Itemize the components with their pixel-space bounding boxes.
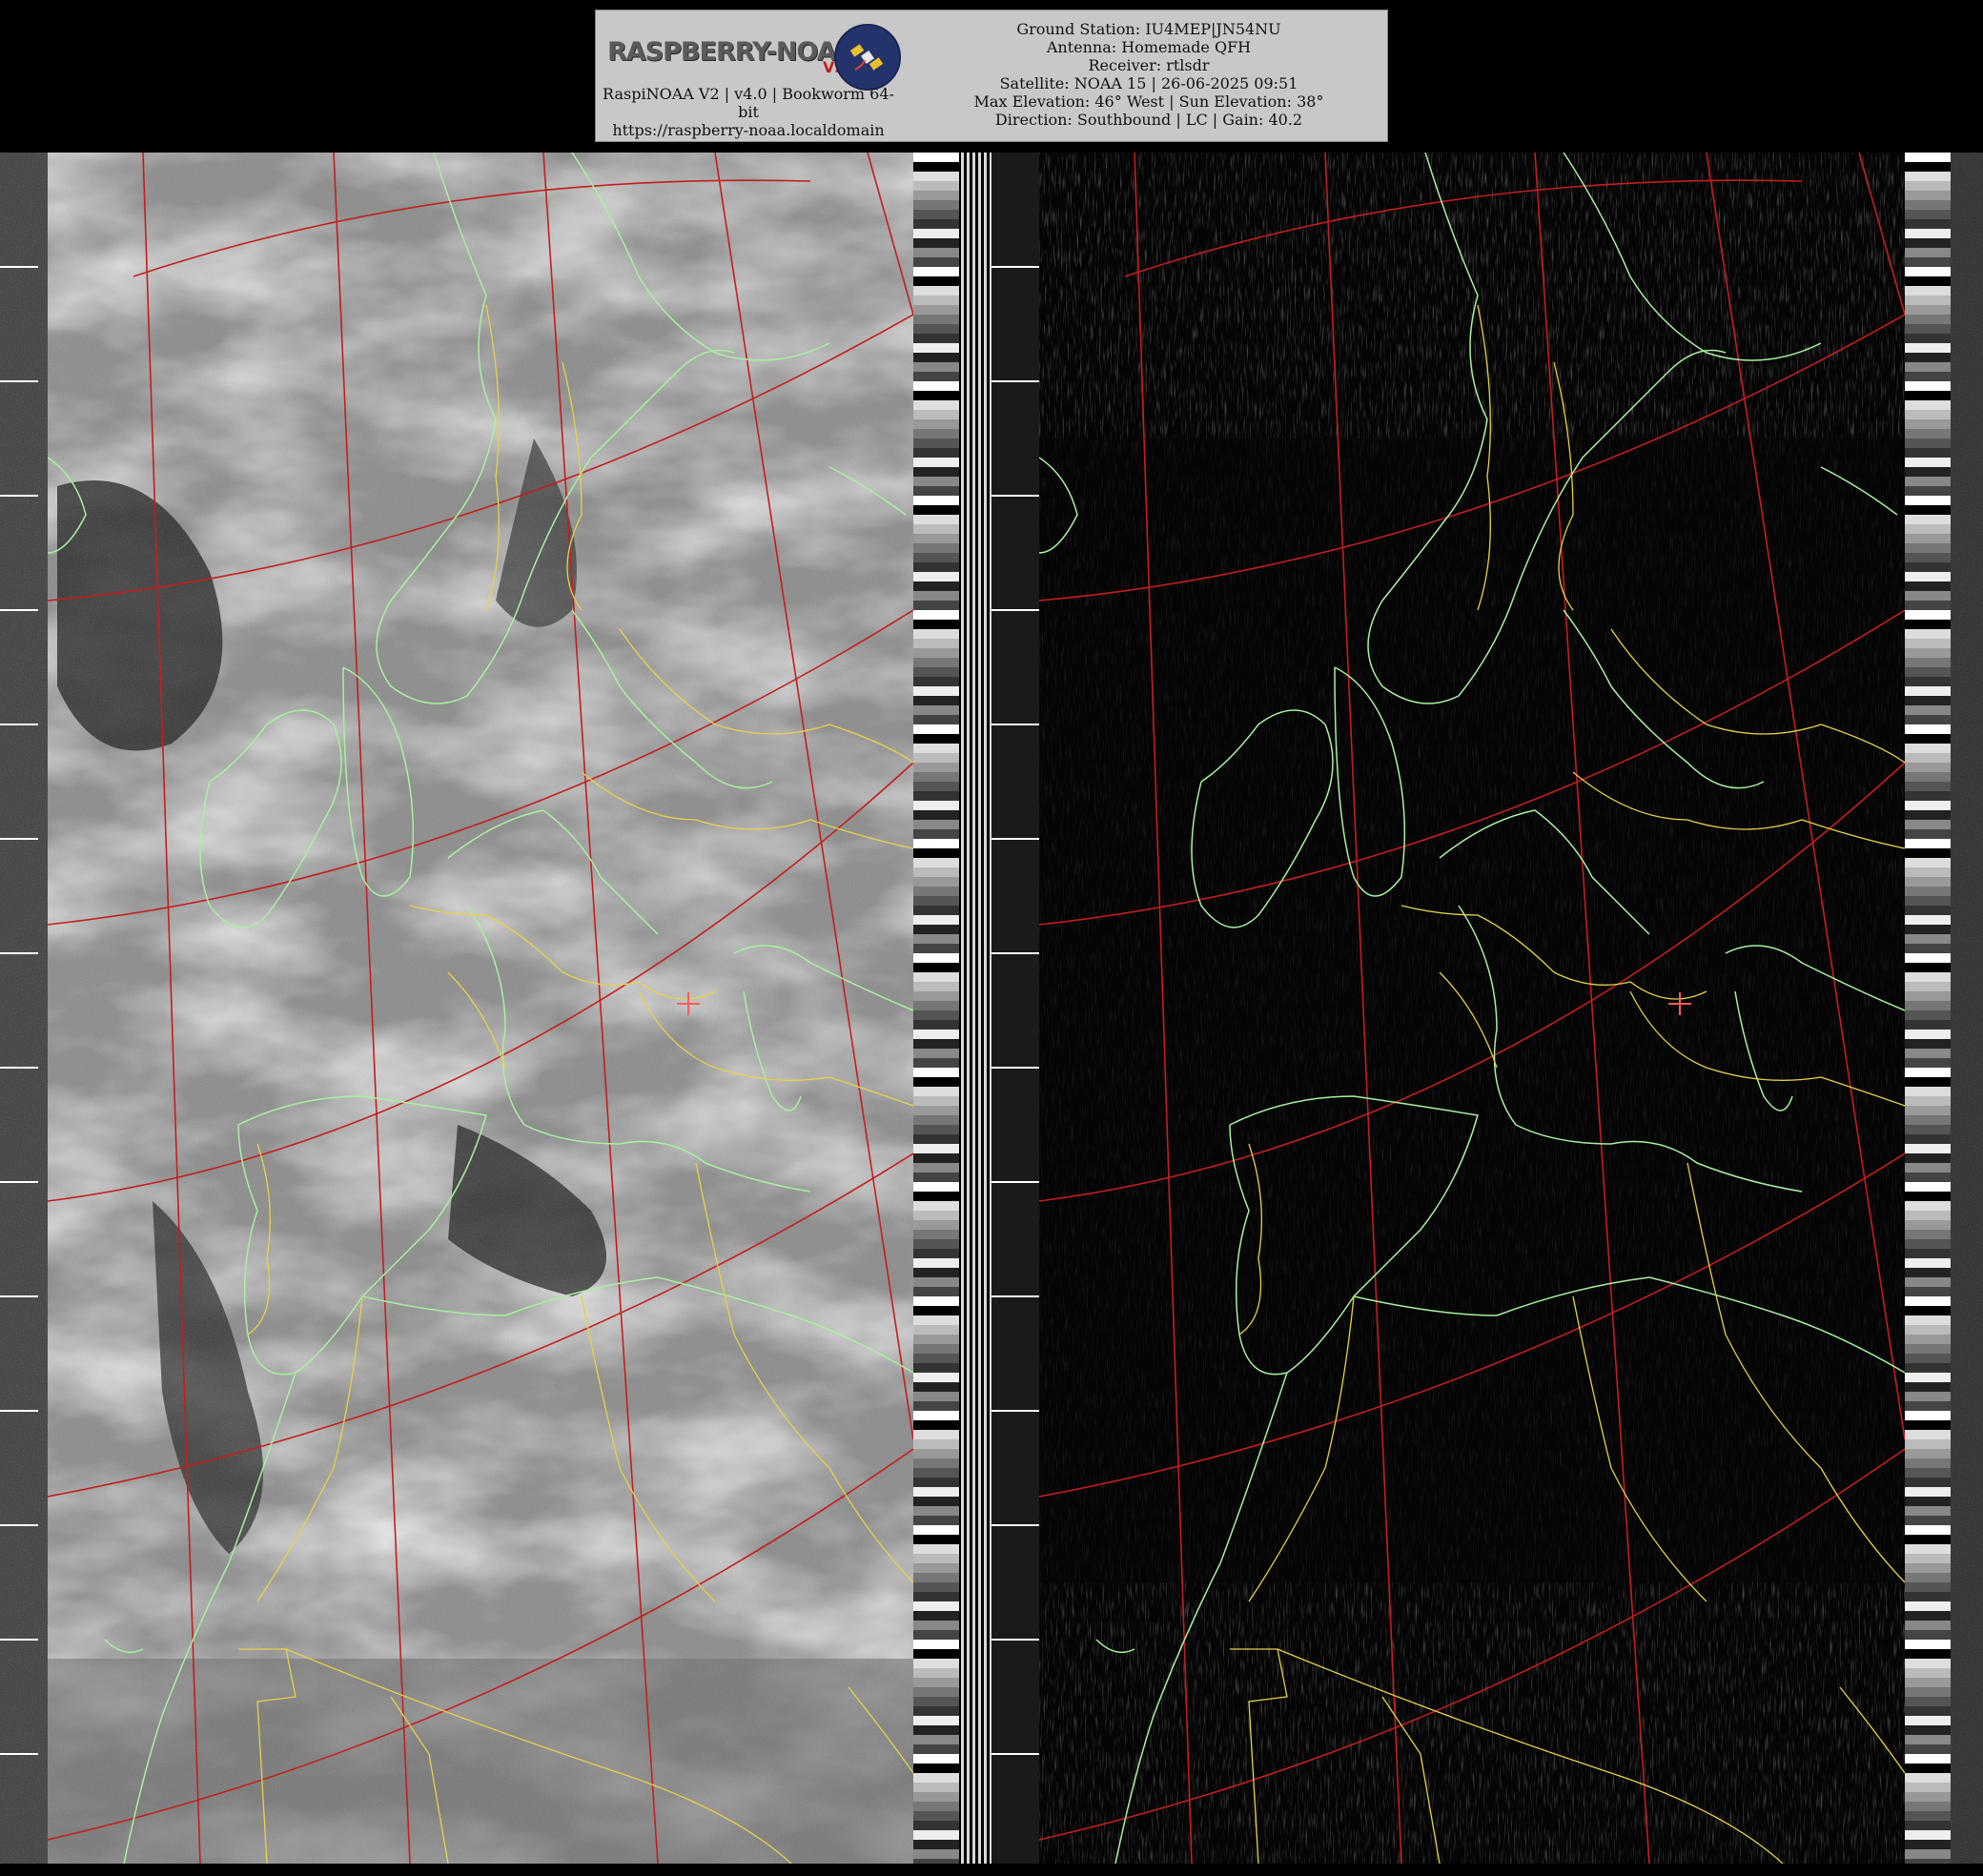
infrared-telemetry-strip [1905, 153, 1951, 1864]
software-version: RaspiNOAA V2 | v4.0 | Bookworm 64- [603, 85, 894, 103]
logo-block: RASPBERRY-NOAA V2 RaspiNOAA V2 | v4.0 | … [596, 10, 901, 143]
station-url: https://raspberry-noaa.localdomain [612, 121, 885, 139]
infrared-channel-panel [992, 153, 1905, 1864]
antenna-text: Antenna: Homemade QFH [1046, 38, 1252, 56]
receiver-text: Receiver: rtlsdr [1088, 56, 1210, 74]
satellite-icon [834, 24, 901, 91]
ground-station-text: Ground Station: IU4MEP|JN54NU [1016, 20, 1281, 38]
logo-wordmark: RASPBERRY-NOAA [607, 37, 855, 67]
satellite-imagery [0, 153, 1983, 1864]
raspberry-noaa-logo: RASPBERRY-NOAA V2 [602, 24, 901, 91]
station-info: Ground Station: IU4MEP|JN54NU Antenna: H… [910, 20, 1387, 129]
imagery-svg [0, 153, 1983, 1864]
software-version-cont: bit [738, 103, 759, 121]
visible-channel-panel [48, 153, 913, 1864]
pass-info-header: RASPBERRY-NOAA V2 RaspiNOAA V2 | v4.0 | … [595, 10, 1388, 142]
elevation-text: Max Elevation: 46° West | Sun Elevation:… [973, 92, 1324, 111]
visible-telemetry-strip [913, 153, 959, 1864]
satellite-text: Satellite: NOAA 15 | 26-06-2025 09:51 [999, 74, 1298, 92]
direction-text: Direction: Southbound | LC | Gain: 40.2 [994, 111, 1303, 129]
software-caption: RaspiNOAA V2 | v4.0 | Bookworm 64- bit h… [596, 85, 901, 139]
